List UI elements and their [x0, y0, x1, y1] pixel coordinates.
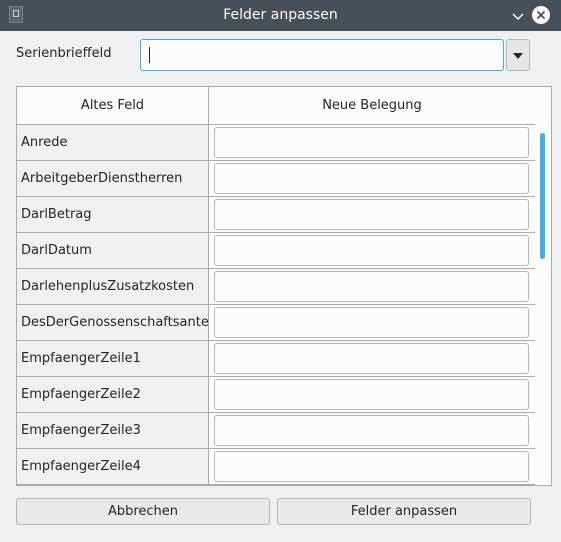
table-row: DarlehenplusZusatzkosten [17, 269, 535, 305]
serienbrieffeld-label: Serienbrieffeld [16, 46, 112, 61]
new-value-cell [209, 377, 535, 412]
dialog-window: Felder anpassen Serienbrieffeld Altes Fe… [0, 0, 561, 542]
scrollbar-handle[interactable] [540, 133, 545, 259]
old-field-cell: DarlBetrag [17, 197, 209, 232]
table-row: DesDerGenossenschaftsanteile [17, 305, 535, 341]
new-value-input[interactable] [214, 235, 529, 266]
apply-fields-button[interactable]: Felder anpassen [277, 498, 531, 525]
new-value-input[interactable] [214, 415, 529, 446]
new-value-input[interactable] [214, 343, 529, 374]
new-value-cell [209, 233, 535, 268]
title-bar[interactable]: Felder anpassen [0, 0, 561, 31]
old-field-cell: ArbeitgeberDienstherren [17, 161, 209, 196]
table-row: Anrede [17, 125, 535, 161]
new-value-input[interactable] [214, 127, 529, 158]
text-cursor [149, 47, 150, 63]
new-value-cell [209, 341, 535, 376]
close-icon[interactable] [531, 5, 551, 25]
table-row: EmpfaengerZeile2 [17, 377, 535, 413]
new-value-input[interactable] [214, 199, 529, 230]
serienbrieffeld-dropdown-button[interactable] [506, 39, 530, 71]
old-field-cell: DesDerGenossenschaftsanteile [17, 305, 209, 340]
table-row: ArbeitgeberDienstherren [17, 161, 535, 197]
old-field-cell: EmpfaengerZeile3 [17, 413, 209, 448]
old-field-cell: Anrede [17, 125, 209, 160]
old-field-cell: DarlehenplusZusatzkosten [17, 269, 209, 304]
old-field-cell: EmpfaengerZeile2 [17, 377, 209, 412]
new-value-cell [209, 305, 535, 340]
new-value-cell [209, 269, 535, 304]
table-row: DarlBetrag [17, 197, 535, 233]
new-value-cell [209, 413, 535, 448]
old-field-cell: DarlDatum [17, 233, 209, 268]
new-value-cell [209, 197, 535, 232]
chevron-down-icon[interactable] [508, 6, 528, 26]
new-value-input[interactable] [214, 271, 529, 302]
cancel-button[interactable]: Abbrechen [16, 498, 270, 525]
old-field-cell: EmpfaengerZeile1 [17, 341, 209, 376]
new-value-cell [209, 161, 535, 196]
table-row: EmpfaengerZeile1 [17, 341, 535, 377]
window-title: Felder anpassen [223, 7, 338, 23]
new-value-input[interactable] [214, 379, 529, 410]
column-header-altes-feld[interactable]: Altes Feld [17, 87, 209, 125]
field-mapping-table: Altes Feld Neue Belegung Anrede Arbeitge… [16, 86, 552, 486]
table-row: EmpfaengerZeile3 [17, 413, 535, 449]
new-value-input[interactable] [214, 307, 529, 338]
triangle-down-icon [513, 53, 523, 59]
new-value-input[interactable] [214, 451, 529, 482]
new-value-input[interactable] [214, 163, 529, 194]
serienbrieffeld-input[interactable] [140, 39, 504, 71]
table-row: EmpfaengerZeile4 [17, 449, 535, 485]
new-value-cell [209, 125, 535, 160]
column-header-neue-belegung[interactable]: Neue Belegung [209, 87, 535, 125]
old-field-cell: EmpfaengerZeile4 [17, 449, 209, 484]
vertical-scrollbar[interactable] [535, 125, 551, 485]
table-row: DarlDatum [17, 233, 535, 269]
new-value-cell [209, 449, 535, 484]
